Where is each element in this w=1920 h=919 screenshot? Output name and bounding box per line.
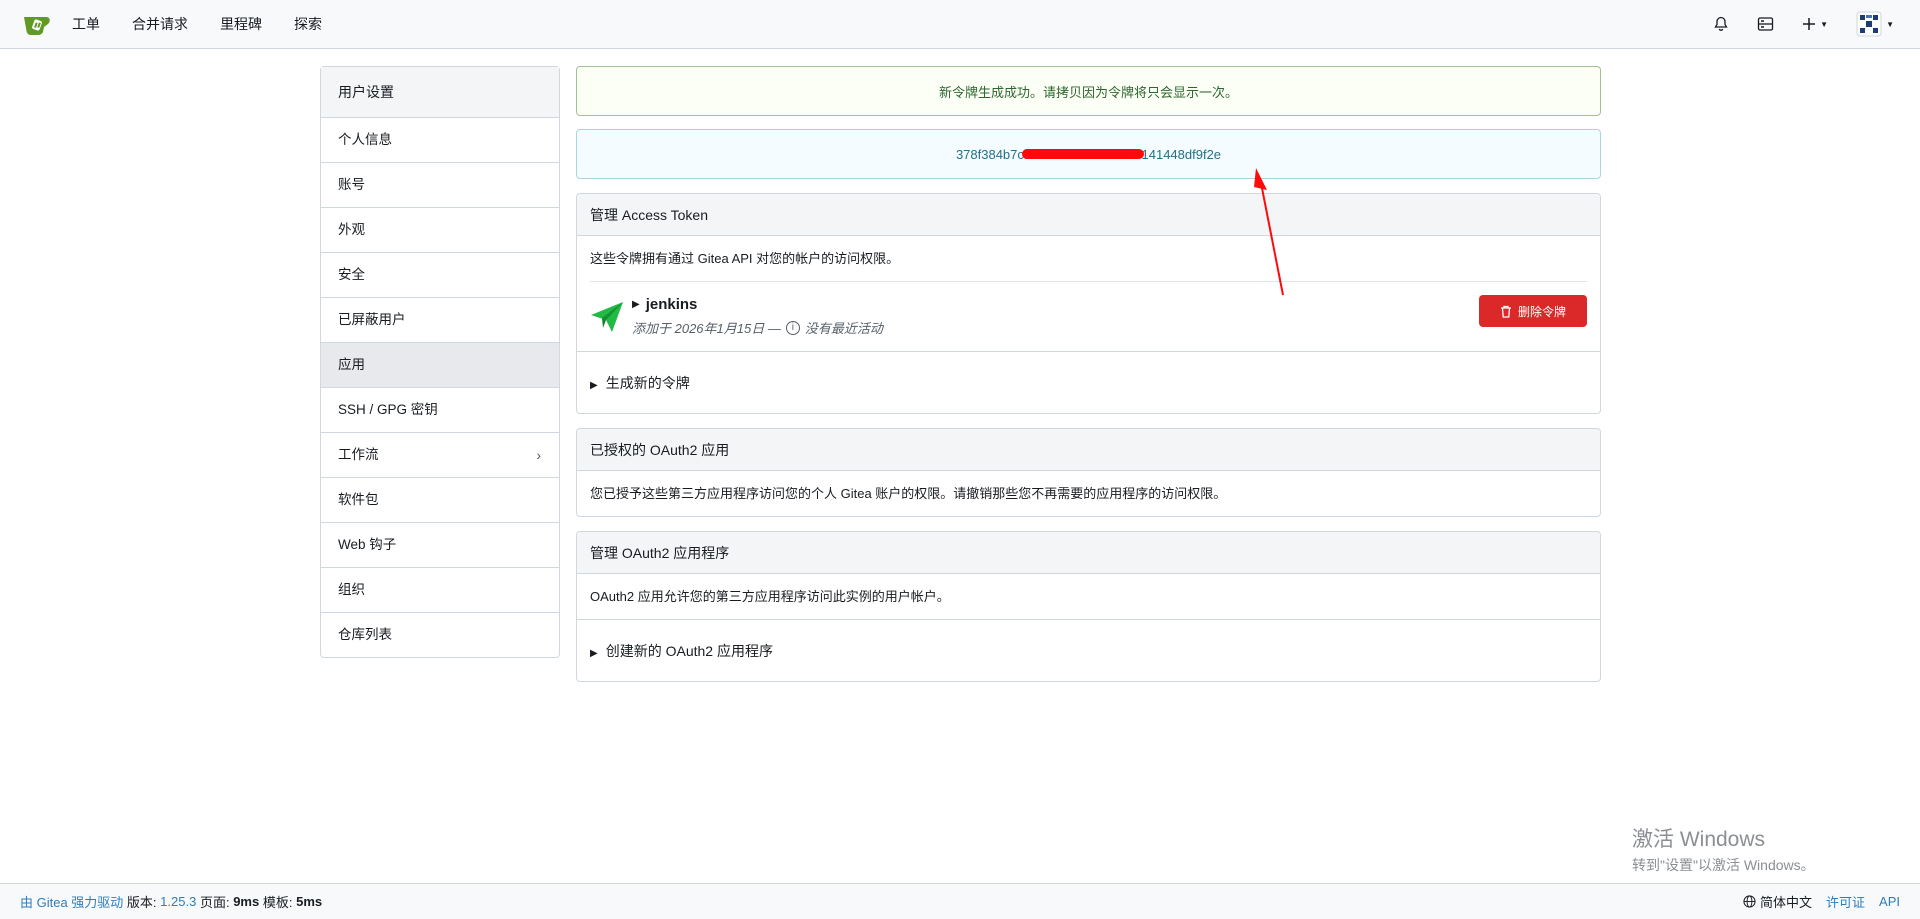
top-navbar: 工单 合并请求 里程碑 探索 ▼ ▼ [0,0,1920,49]
sidebar-item-repositories[interactable]: 仓库列表 [321,613,559,657]
main-nav: 工单 合并请求 里程碑 探索 [72,14,354,34]
redaction-mark [1022,149,1144,159]
triangle-right-icon: ▶ [590,380,598,391]
sidebar-item-profile[interactable]: 个人信息 [321,118,559,163]
token-meta: 添加于 2026年1月15日 — i 没有最近活动 [632,320,883,336]
sidebar-item-security[interactable]: 安全 [321,253,559,298]
user-menu[interactable]: ▼ [1856,11,1894,37]
create-oauth2-toggle[interactable]: ▶ 创建新的 OAuth2 应用程序 [577,619,1600,681]
caret-down-icon: ▼ [1820,19,1829,29]
triangle-right-icon: ▶ [590,648,598,659]
success-message: 新令牌生成成功。请拷贝因为令牌将只会显示一次。 [938,84,1238,100]
sidebar-title: 用户设置 [321,67,559,118]
gitea-logo-icon[interactable] [22,11,54,37]
create-dropdown[interactable]: ▼ [1802,17,1828,31]
version-link[interactable]: 1.25.3 [160,894,196,909]
token-info: ▶ jenkins 添加于 2026年1月15日 — i 没有最近活动 [632,296,883,337]
manage-oauth2-section: 管理 OAuth2 应用程序 OAuth2 应用允许您的第三方应用程序访问此实例… [576,531,1601,682]
annotation-arrow [1254,168,1284,296]
globe-icon [1743,895,1756,908]
sidebar-item-blocked-users[interactable]: 已屏蔽用户 [321,298,559,343]
nav-milestones[interactable]: 里程碑 [220,14,262,34]
authorized-oauth2-description: 您已授予这些第三方应用程序访问您的个人 Gitea 账户的权限。请撤销那些您不再… [590,486,1227,501]
settings-sidebar: 用户设置 个人信息 账号 外观 安全 已屏蔽用户 应用 SSH / GPG 密钥… [320,66,560,658]
plus-icon [1803,18,1816,30]
info-icon: i [785,320,800,335]
nav-right: ▼ ▼ [1685,11,1894,37]
server-icon[interactable] [1757,16,1774,32]
send-icon [591,301,623,332]
authorized-oauth2-section: 已授权的 OAuth2 应用 您已授予这些第三方应用程序访问您的个人 Gitea… [576,428,1601,517]
access-token-section: 管理 Access Token 这些令牌拥有通过 Gitea API 对您的帐户… [576,193,1601,414]
api-link[interactable]: API [1879,894,1900,909]
license-link[interactable]: 许可证 [1826,892,1865,911]
access-token-title: 管理 Access Token [577,194,1600,236]
delete-token-button[interactable]: 删除令牌 [1479,295,1587,327]
page-footer: 由 Gitea 强力驱动 版本: 1.25.3 页面: 9ms 模板: 5ms … [0,883,1920,919]
access-token-description: 这些令牌拥有通过 Gitea API 对您的帐户的访问权限。 [590,251,900,266]
avatar [1856,11,1882,37]
sidebar-item-actions[interactable]: 工作流 › [321,433,559,478]
sidebar-item-appearance[interactable]: 外观 [321,208,559,253]
sidebar-item-organizations[interactable]: 组织 [321,568,559,613]
token-name[interactable]: ▶ jenkins [632,296,883,313]
manage-oauth2-description: OAuth2 应用允许您的第三方应用程序访问此实例的用户帐户。 [590,589,950,604]
main-content: 新令牌生成成功。请拷贝因为令牌将只会显示一次。 378f384b7cf 14144… [576,66,1601,682]
generate-token-toggle[interactable]: ▶ 生成新的令牌 [577,351,1600,413]
caret-down-icon: ▼ [1886,19,1894,29]
token-alert: 378f384b7cf 141448df9f2e [576,129,1601,179]
windows-activation-watermark: 激活 Windows 转到"设置"以激活 Windows。 [1632,828,1815,873]
triangle-right-icon: ▶ [632,299,640,310]
sidebar-item-ssh-gpg-keys[interactable]: SSH / GPG 密钥 [321,388,559,433]
nav-pull-requests[interactable]: 合并请求 [132,14,188,34]
nav-explore[interactable]: 探索 [294,14,322,34]
sidebar-item-packages[interactable]: 软件包 [321,478,559,523]
powered-by-link[interactable]: 由 Gitea 强力驱动 [20,892,123,911]
authorized-oauth2-title: 已授权的 OAuth2 应用 [577,429,1600,471]
manage-oauth2-title: 管理 OAuth2 应用程序 [577,532,1600,574]
trash-icon [1500,305,1511,318]
sidebar-item-webhooks[interactable]: Web 钩子 [321,523,559,568]
language-selector[interactable]: 简体中文 [1743,892,1812,911]
footer-links: 简体中文 许可证 API [1743,892,1900,911]
token-list-item: ▶ jenkins 添加于 2026年1月15日 — i 没有最近活动 删除令牌 [590,281,1587,351]
sidebar-item-account[interactable]: 账号 [321,163,559,208]
bell-icon[interactable] [1713,16,1729,32]
success-alert: 新令牌生成成功。请拷贝因为令牌将只会显示一次。 [576,66,1601,116]
footer-info: 由 Gitea 强力驱动 版本: 1.25.3 页面: 9ms 模板: 5ms [20,892,323,911]
nav-issues[interactable]: 工单 [72,14,100,34]
chevron-right-icon: › [536,447,541,463]
sidebar-item-applications[interactable]: 应用 [321,343,559,388]
